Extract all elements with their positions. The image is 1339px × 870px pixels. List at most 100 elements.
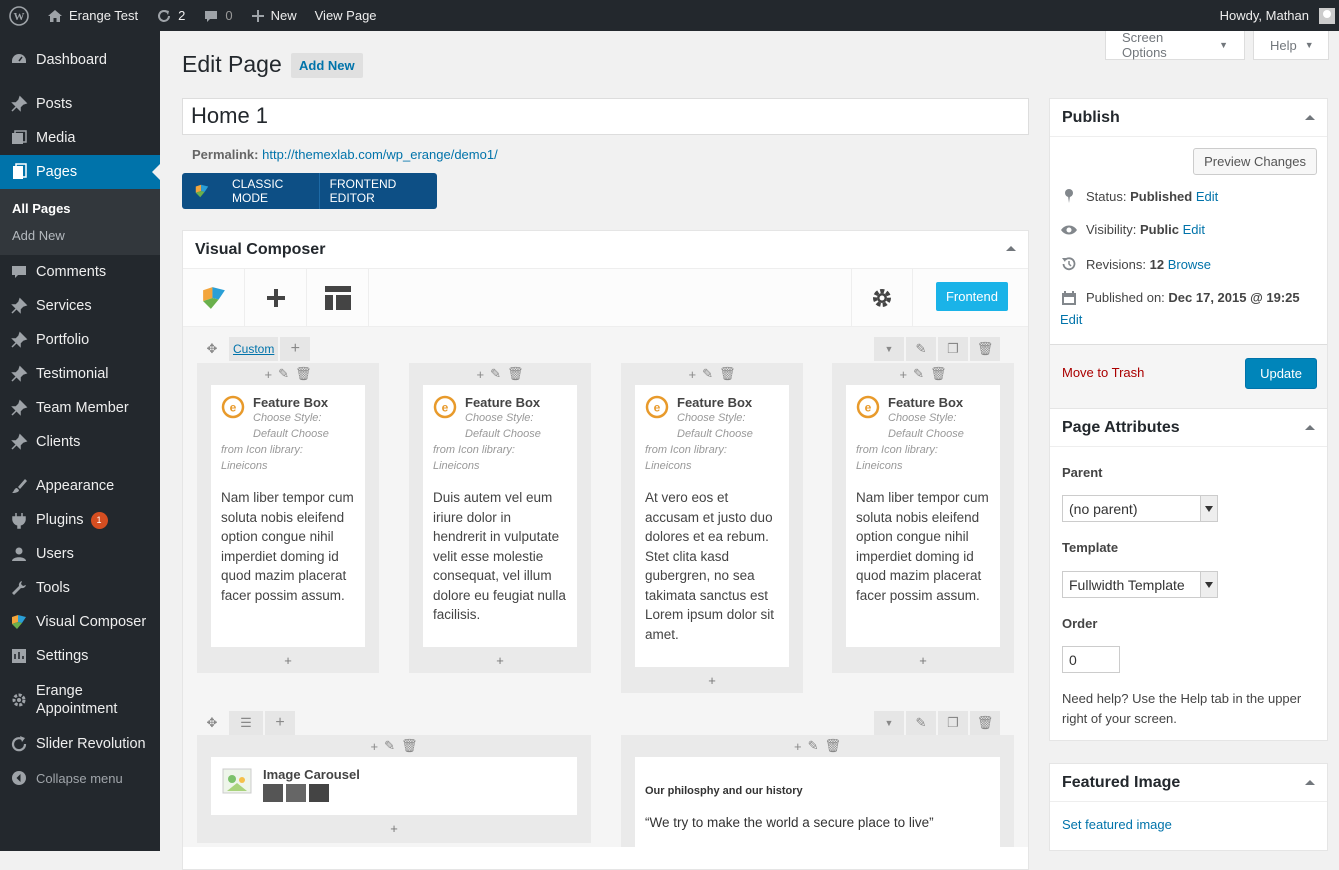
preview-changes-button[interactable]: Preview Changes [1193,148,1317,175]
add-icon[interactable]: + [899,367,907,382]
update-button[interactable]: Update [1245,358,1317,389]
edit-icon[interactable]: ✎ [702,366,713,382]
image-carousel-element[interactable]: Image Carousel [211,757,577,815]
delete-icon[interactable]: 🗑 [401,738,418,754]
add-element-button[interactable] [245,268,307,327]
svg-text:e: e [865,401,872,415]
sidebar-item-testimonial[interactable]: Testimonial [0,357,160,391]
sidebar-item-services[interactable]: Services [0,289,160,323]
sidebar-item-portfolio[interactable]: Portfolio [0,323,160,357]
delete-icon[interactable]: 🗑 [930,366,947,382]
add-icon[interactable]: + [688,367,696,382]
column-add-element-button[interactable]: + [621,667,803,693]
row-edit-icon[interactable]: ✎ [906,711,936,735]
collapse-icon[interactable] [1305,780,1315,785]
sidebar-item-team-member[interactable]: Team Member [0,391,160,425]
sidebar-item-tools[interactable]: Tools [0,571,160,605]
classic-mode-button[interactable]: CLASSIC MODE [222,173,319,209]
add-column-button[interactable]: + [280,337,311,361]
sidebar-item-appearance[interactable]: Appearance [0,469,160,503]
delete-icon[interactable]: 🗑 [719,366,736,382]
add-column-button[interactable]: + [265,711,295,735]
sidebar-item-slider-revolution[interactable]: Slider Revolution [0,727,160,761]
row-delete-icon[interactable]: 🗑 [970,711,1000,735]
sidebar-item-visual-composer[interactable]: Visual Composer [0,605,160,639]
text-block-element[interactable]: Our philosphy and our history “We try to… [635,757,1000,849]
vc-settings-button[interactable] [851,269,913,327]
row-delete-icon[interactable]: 🗑 [970,337,1000,361]
comments-link[interactable]: 0 [194,0,241,31]
row-toggle-icon[interactable]: ▼ [874,337,904,361]
sidebar-item-plugins[interactable]: Plugins 1 [0,503,160,537]
collapse-icon[interactable] [1305,425,1315,430]
frontend-editor-button[interactable]: FRONTEND EDITOR [318,173,437,209]
published-on-edit-link[interactable]: Edit [1060,312,1082,327]
row-layout-icon[interactable]: ☰ [229,711,263,735]
row-clone-icon[interactable]: ❐ [938,337,968,361]
add-new-button[interactable]: Add New [291,53,363,78]
move-to-trash-link[interactable]: Move to Trash [1062,365,1144,380]
set-featured-image-link[interactable]: Set featured image [1062,817,1172,832]
edit-icon[interactable]: ✎ [808,738,819,754]
status-edit-link[interactable]: Edit [1196,189,1218,204]
collapse-icon[interactable] [1006,246,1016,251]
site-name-link[interactable]: Erange Test [38,0,147,31]
permalink-url[interactable]: http://themexlab.com/wp_erange/demo1/ [262,147,498,162]
row-edit-icon[interactable]: ✎ [906,337,936,361]
delete-icon[interactable]: 🗑 [507,366,524,382]
feature-box-element[interactable]: e Feature Box Choose Style: Default Choo… [635,385,789,667]
visibility-edit-link[interactable]: Edit [1183,222,1205,237]
collapse-icon[interactable] [1305,115,1315,120]
move-icon[interactable]: ✥ [197,337,227,361]
column-add-element-button[interactable]: + [197,815,591,841]
screen-options-button[interactable]: Screen Options ▼ [1105,30,1245,60]
template-select[interactable]: Fullwidth Template [1062,571,1218,598]
revisions-browse-link[interactable]: Browse [1168,257,1211,272]
add-icon[interactable]: + [476,367,484,382]
add-icon[interactable]: + [794,739,802,754]
sidebar-item-clients[interactable]: Clients [0,425,160,459]
row-toggle-icon[interactable]: ▼ [874,711,904,735]
sidebar-item-users[interactable]: Users [0,537,160,571]
sidebar-item-pages[interactable]: Pages [0,155,160,189]
add-icon[interactable]: + [370,739,378,754]
submenu-all-pages[interactable]: All Pages [0,195,160,222]
feature-box-element[interactable]: e Feature Box Choose Style: Default Choo… [423,385,577,647]
post-title-input[interactable]: Home 1 [182,98,1029,135]
wordpress-logo-icon[interactable]: W [0,0,38,31]
sidebar-item-dashboard[interactable]: Dashboard [0,43,160,77]
vc-frontend-button[interactable]: Frontend [935,282,1008,311]
edit-icon[interactable]: ✎ [913,366,924,382]
column-add-element-button[interactable]: + [409,647,591,673]
parent-select[interactable]: (no parent) [1062,495,1218,522]
sidebar-item-media[interactable]: Media [0,121,160,155]
column-add-element-button[interactable]: + [832,647,1014,673]
edit-icon[interactable]: ✎ [384,738,395,754]
sidebar-item-posts[interactable]: Posts [0,87,160,121]
delete-icon[interactable]: 🗑 [824,738,841,754]
row-clone-icon[interactable]: ❐ [938,711,968,735]
sidebar-item-settings[interactable]: Settings [0,639,160,673]
help-button[interactable]: Help ▼ [1253,31,1329,60]
feature-box-element[interactable]: e Feature Box Choose Style: Default Choo… [846,385,1000,647]
screen-options-label: Screen Options [1122,30,1167,60]
edit-icon[interactable]: ✎ [490,366,501,382]
vc-logo-icon[interactable] [183,268,245,327]
view-page-link[interactable]: View Page [306,0,386,31]
add-icon[interactable]: + [264,367,272,382]
edit-icon[interactable]: ✎ [278,366,289,382]
updates-link[interactable]: 2 [147,0,194,31]
sidebar-item-erange-appointment[interactable]: Erange Appointment [0,673,160,727]
column-add-element-button[interactable]: + [197,647,379,673]
collapse-menu-button[interactable]: Collapse menu [0,761,160,795]
new-content-link[interactable]: New [242,0,306,31]
row-layout-custom[interactable]: Custom [229,337,279,361]
move-icon[interactable]: ✥ [197,711,227,735]
templates-button[interactable] [307,268,369,327]
delete-icon[interactable]: 🗑 [295,366,312,382]
account-menu[interactable]: Howdy, Mathan [1211,0,1339,31]
feature-box-element[interactable]: e Feature Box Choose Style: Default Choo… [211,385,365,647]
sidebar-item-comments[interactable]: Comments [0,255,160,289]
order-input[interactable]: 0 [1062,646,1120,673]
submenu-add-new[interactable]: Add New [0,222,160,249]
